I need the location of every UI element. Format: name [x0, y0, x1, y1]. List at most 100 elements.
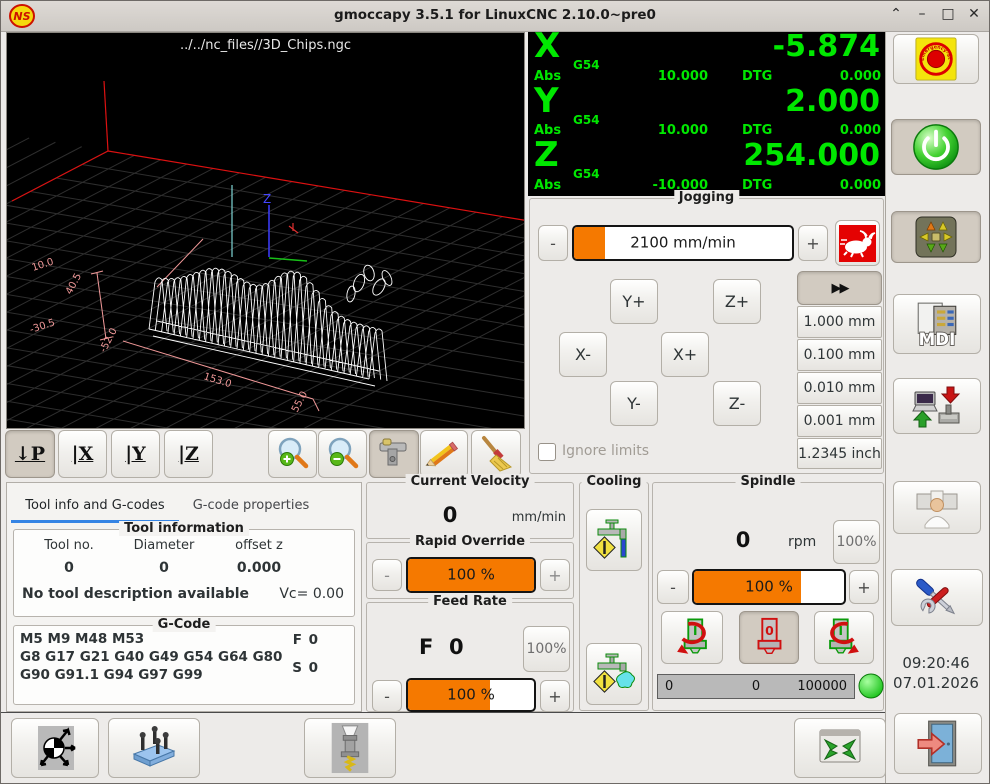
window-title: gmoccapy 3.5.1 for LinuxCNC 2.10.0~pre0 — [1, 7, 989, 23]
dro-axis-x[interactable]: X G54 -5.874 Abs 10.000 DTG 0.000 — [528, 32, 886, 87]
flood-coolant-button[interactable] — [586, 509, 642, 571]
spindle-minus-button[interactable]: - — [657, 570, 689, 604]
abs-value: 10.000 — [608, 69, 708, 84]
feed-reset-button[interactable]: 100% — [523, 626, 570, 672]
rapid-override-slider[interactable]: 100 % — [406, 557, 536, 593]
zoom-in-button[interactable] — [268, 430, 317, 478]
feed-rate-legend: Feed Rate — [428, 594, 512, 609]
spindle-override-value: 100 % — [694, 578, 844, 596]
tool-holder-icon — [326, 722, 374, 774]
mode-mdi-button[interactable]: MDI — [893, 294, 981, 354]
preview-canvas[interactable]: 10.040.5-30.5-52.0153.055.0 Z — [7, 33, 524, 428]
jog-z-plus-button[interactable]: Z+ — [713, 279, 761, 324]
dro-axis-z[interactable]: Z G54 254.000 Abs -10.000 DTG 0.000 — [528, 141, 886, 196]
user-settings-button[interactable] — [893, 481, 981, 534]
turtle-rabbit-toggle-button[interactable] — [835, 220, 880, 266]
rapid-override-legend: Rapid Override — [410, 534, 530, 549]
current-velocity-frame: Current Velocity 0 mm/min — [366, 482, 574, 539]
feed-override-slider[interactable]: 100 % — [406, 678, 536, 712]
dimensions-tool-icon — [374, 435, 414, 473]
mcode-line: M5 M9 M48 M53 — [20, 631, 144, 647]
rapid-plus-button[interactable]: + — [540, 559, 570, 591]
spindle-rpm-unit: rpm — [788, 534, 816, 550]
feed-minus-button[interactable]: - — [372, 680, 402, 712]
gmoccapy-window: NS gmoccapy 3.5.1 for LinuxCNC 2.10.0~pr… — [0, 0, 990, 784]
maximize-button[interactable]: □ — [941, 6, 955, 22]
gcode-line: G8 G17 G21 G40 G49 G54 G64 G80 — [20, 649, 282, 665]
mode-manual-button[interactable] — [891, 211, 981, 263]
dro-panel[interactable]: X G54 -5.874 Abs 10.000 DTG 0.000 Y G54 … — [528, 32, 886, 196]
exit-button[interactable] — [894, 713, 982, 774]
spindle-ccw-button[interactable]: I — [661, 611, 723, 664]
dro-axis-y[interactable]: Y G54 2.000 Abs 10.000 DTG 0.000 — [528, 87, 886, 142]
tools-icon — [909, 574, 965, 622]
zoom-out-icon — [323, 434, 363, 474]
feed-plus-button[interactable]: + — [540, 680, 570, 712]
jog-z-minus-button[interactable]: Z- — [713, 381, 761, 426]
origin-axes: Z — [232, 185, 307, 261]
fullscreen-toggle-button[interactable] — [794, 718, 886, 778]
tab-gcode-properties[interactable]: G-code properties — [182, 490, 320, 520]
view-perspective-button[interactable]: ↓P — [5, 430, 55, 478]
shade-button[interactable]: ⌃ — [889, 6, 903, 22]
gremlin-preview[interactable]: 10.040.5-30.5-52.0153.055.0 Z ../../nc_f… — [6, 32, 525, 429]
spindle-stop-button[interactable]: 0 — [739, 611, 799, 664]
z-axis-label: Z — [263, 192, 271, 206]
clear-plot-button[interactable] — [471, 430, 521, 478]
cooling-legend: Cooling — [582, 474, 647, 489]
probe-button[interactable] — [108, 718, 200, 778]
jog-increment-button[interactable]: 0.100 mm — [797, 339, 882, 371]
close-button[interactable]: ✕ — [967, 6, 981, 22]
jog-y-minus-button[interactable]: Y- — [610, 381, 658, 426]
dtg-label: DTG — [742, 123, 772, 138]
svg-text:-30.5: -30.5 — [29, 317, 57, 335]
mode-auto-button[interactable] — [893, 378, 981, 434]
minimize-button[interactable]: – — [915, 6, 929, 22]
dtg-label: DTG — [742, 69, 772, 84]
gcode-legend: G-Code — [153, 617, 216, 632]
ignore-limits-checkbox[interactable] — [538, 443, 556, 461]
spindle-reset-button[interactable]: 100% — [833, 520, 880, 564]
feed-override-value: 100 % — [408, 686, 534, 704]
jog-increment-button[interactable]: 0.001 mm — [797, 405, 882, 437]
jog-speed-minus-button[interactable]: - — [538, 225, 568, 261]
view-z-button[interactable]: |Z — [164, 430, 213, 478]
view-x-button[interactable]: |X — [58, 430, 107, 478]
view-y-button[interactable]: |Y — [111, 430, 160, 478]
dtg-label: DTG — [742, 178, 772, 193]
toggle-dimensions-button[interactable] — [369, 430, 419, 478]
spindle-cw-button[interactable]: I — [814, 611, 874, 664]
jog-y-plus-button[interactable]: Y+ — [610, 279, 658, 324]
estop-button[interactable]: Emergency-Stop — [893, 34, 979, 84]
vc-value: Vc= 0.00 — [279, 586, 344, 602]
zoom-out-button[interactable] — [318, 430, 367, 478]
diameter-value: 0 — [119, 560, 209, 576]
pencil-icon — [424, 435, 464, 473]
tool-change-button[interactable] — [304, 718, 396, 778]
mist-coolant-button[interactable] — [586, 643, 642, 705]
touch-off-button[interactable] — [11, 718, 99, 778]
machine-on-button[interactable] — [891, 119, 981, 175]
spindle-override-slider[interactable]: 100 % — [692, 569, 846, 605]
jog-speed-slider[interactable]: 2100 mm/min — [572, 225, 794, 261]
jog-increment-button[interactable]: 0.010 mm — [797, 372, 882, 404]
tab-tool-info[interactable]: Tool info and G-codes — [11, 490, 179, 523]
rapid-override-frame: Rapid Override - 100 % + — [366, 542, 574, 599]
jog-increment-button[interactable]: 1.000 mm — [797, 306, 882, 338]
rapid-minus-button[interactable]: - — [372, 559, 402, 591]
settings-button[interactable] — [891, 569, 983, 626]
titlebar[interactable]: NS gmoccapy 3.5.1 for LinuxCNC 2.10.0~pr… — [1, 1, 989, 32]
spindle-plus-button[interactable]: + — [849, 570, 879, 604]
spindle-legend: Spindle — [736, 474, 801, 489]
jog-x-plus-button[interactable]: X+ — [661, 332, 709, 377]
jog-increment-button[interactable]: 1.2345 inch — [797, 438, 882, 469]
tool-information-legend: Tool information — [119, 521, 249, 536]
dtg-value: 0.000 — [840, 69, 881, 84]
jog-x-minus-button[interactable]: X- — [559, 332, 607, 377]
jog-increment-continuous-button[interactable]: ▶▶ — [797, 271, 882, 305]
offset-z-value: 0.000 — [214, 560, 304, 576]
jog-speed-plus-button[interactable]: + — [798, 225, 828, 261]
clock-time: 09:20:46 — [886, 654, 986, 672]
edit-offsets-button[interactable] — [420, 430, 468, 478]
bottom-divider — [1, 712, 885, 713]
